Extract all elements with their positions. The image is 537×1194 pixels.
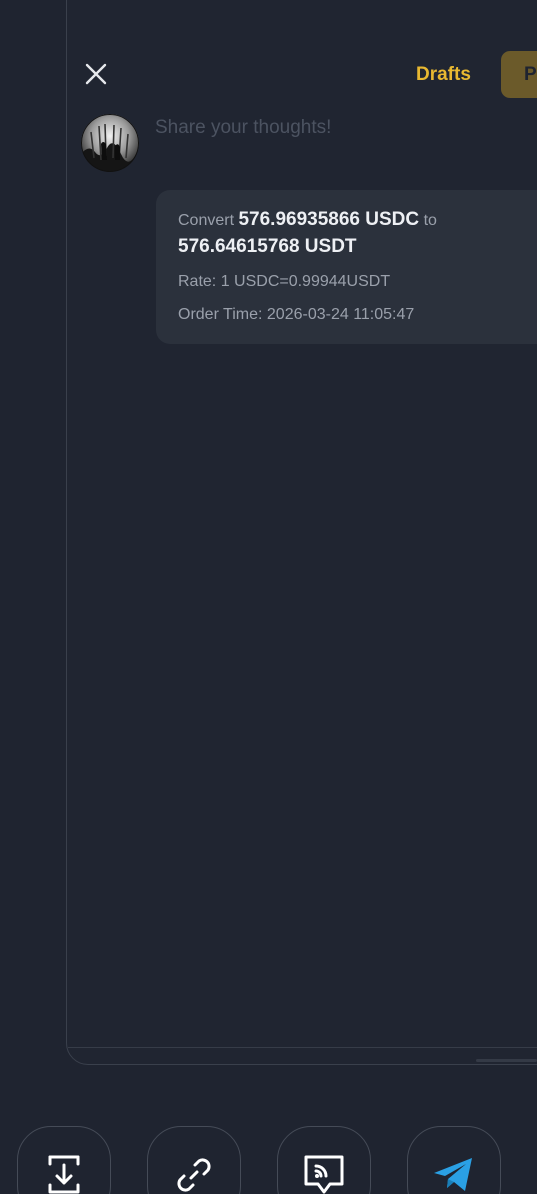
telegram-share-button[interactable] — [407, 1126, 501, 1194]
avatar — [81, 114, 139, 172]
feed-chat-icon — [304, 1155, 344, 1194]
drafts-button[interactable]: Drafts — [416, 60, 471, 90]
convert-label: Convert — [178, 212, 235, 229]
to-amount: 576.64615768 USDT — [178, 236, 357, 257]
sheet-divider — [68, 1047, 537, 1048]
compose-post-screen: Drafts P Convert 576.96935866 USDC to — [0, 0, 537, 1194]
rate-text: Rate: 1 USDC=0.99944USDT — [178, 273, 391, 290]
copy-link-button[interactable] — [147, 1126, 241, 1194]
sheet-handle — [476, 1059, 537, 1062]
convert-line: Convert 576.96935866 USDC to — [178, 209, 437, 231]
order-time-text: Order Time: 2026-03-24 11:05:47 — [178, 306, 415, 323]
compose-sheet — [66, 0, 537, 1065]
to-label: to — [423, 212, 437, 229]
download-icon — [48, 1155, 80, 1194]
telegram-icon — [434, 1158, 472, 1191]
close-button[interactable] — [80, 58, 112, 90]
share-feed-button[interactable] — [277, 1126, 371, 1194]
thoughts-input[interactable] — [155, 112, 515, 144]
post-button[interactable]: P — [501, 51, 537, 98]
order-card[interactable]: Convert 576.96935866 USDC to 576.6461576… — [156, 190, 537, 344]
from-amount: 576.96935866 USDC — [238, 209, 420, 230]
download-button[interactable] — [17, 1126, 111, 1194]
close-icon — [85, 63, 107, 85]
link-icon — [177, 1158, 211, 1192]
